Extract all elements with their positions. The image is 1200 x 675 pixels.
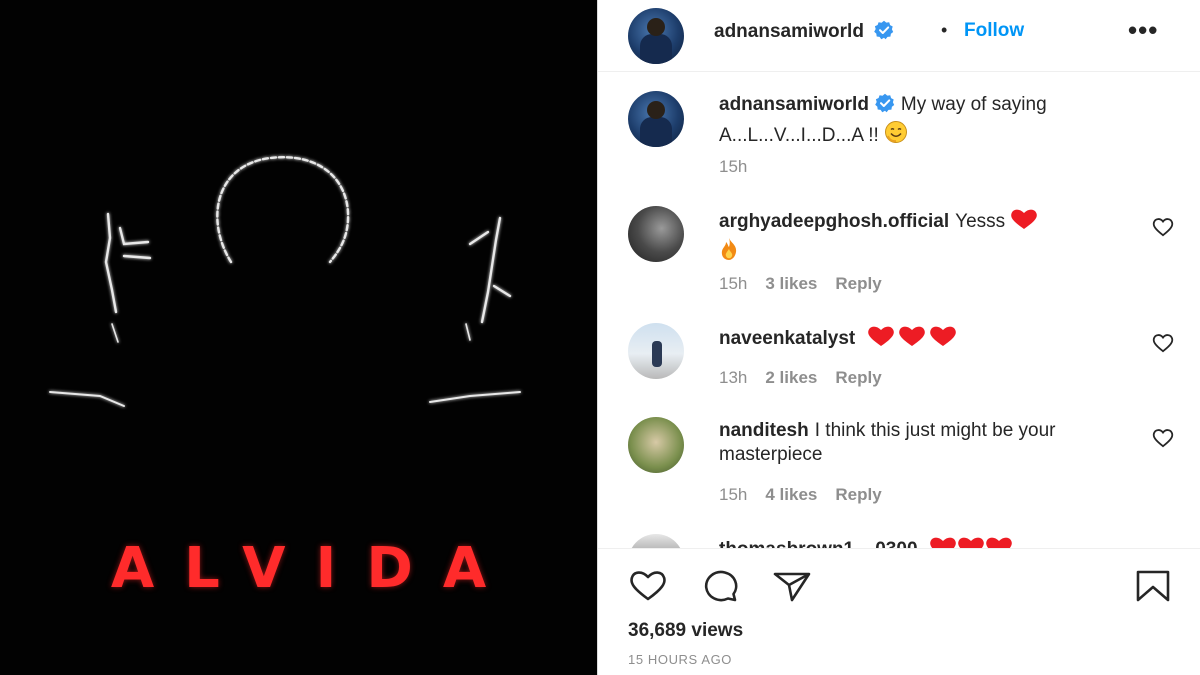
caption-author-avatar[interactable] [628,91,684,147]
comment-likes-count[interactable]: 4 likes [765,485,817,504]
comment-meta: 13h 2 likes Reply [719,368,900,388]
comment-likes-count[interactable]: 3 likes [765,274,817,293]
post-time-ago[interactable]: 15 HOURS AGO [628,652,732,667]
red-heart-emoji-icon [985,536,1013,548]
post-media[interactable]: ALVIDA [0,0,597,675]
comment-time: 15h [719,485,748,504]
fire-emoji-icon [719,237,739,268]
reply-button[interactable]: Reply [835,368,881,387]
comment-meta: 15h 3 likes Reply [719,274,900,294]
share-paper-plane-icon[interactable] [772,569,812,603]
comment-text-block: nanditesh I think this just might be your… [719,419,1144,467]
like-heart-icon[interactable] [628,569,668,603]
commenter-avatar[interactable] [628,534,684,548]
save-bookmark-icon[interactable] [1133,569,1173,603]
author-avatar[interactable] [628,8,684,64]
comment-text-block: arghyadeepghosh.official Yesss [719,208,1144,268]
comment-username[interactable]: nanditesh [719,420,809,441]
follow-button[interactable]: Follow [964,20,1024,42]
comment-bubble-icon[interactable] [700,569,740,603]
more-options-icon[interactable]: ••• [1128,17,1158,43]
author-username[interactable]: adnansamiworld [714,21,864,42]
comment-row: nanditesh I think this just might be your… [598,417,1200,517]
comment-meta: 15h 4 likes Reply [719,485,900,505]
verified-badge-icon [875,93,895,120]
red-heart-emoji-icon [929,325,957,354]
commenter-avatar[interactable] [628,206,684,262]
caption-row: adnansamiworld My way of saying A...L...V… [598,91,1200,191]
comment-text-block: thomasbrown1... 0300 [719,536,1144,548]
comment-row: thomasbrown1... 0300 [598,534,1200,548]
comment-username[interactable]: naveenkatalyst [719,328,855,349]
red-heart-emoji-icon [895,325,929,354]
smiling-face-emoji-icon [884,120,908,151]
red-heart-emoji-icon [1010,208,1038,237]
caption-meta: 15h [719,157,765,177]
like-comment-heart-icon[interactable] [1152,333,1174,353]
comment-likes-count[interactable]: 2 likes [765,368,817,387]
comment-row: arghyadeepghosh.official Yesss 15h 3 likes… [598,206,1200,306]
comment-time: 15h [719,274,748,293]
comment-time: 13h [719,368,748,387]
post-actions-footer: 36,689 views 15 HOURS AGO [598,548,1200,675]
like-comment-heart-icon[interactable] [1152,217,1174,237]
comments-list[interactable]: adnansamiworld My way of saying A...L...V… [598,73,1200,548]
red-heart-emoji-icon [867,325,895,354]
like-comment-heart-icon[interactable] [1152,428,1174,448]
caption-time: 15h [719,157,748,176]
verified-badge-icon [874,20,894,45]
red-heart-emoji-icon [929,536,957,548]
red-heart-emoji-icon [957,536,985,548]
media-title-text: ALVIDA [110,536,517,601]
caption-username[interactable]: adnansamiworld [719,94,869,115]
views-count[interactable]: 36,689 views [628,620,743,642]
header-separator: • [941,20,948,40]
reply-button[interactable]: Reply [835,274,881,293]
post-details-panel: adnansamiworld • Follow ••• adnansamiwor… [597,0,1200,675]
comment-row: naveenkatalyst 13h 2 likes Reply [598,323,1200,413]
caption-text-block: adnansamiworld My way of saying A...L...V… [719,93,1144,151]
commenter-avatar[interactable] [628,323,684,379]
comment-text-block: naveenkatalyst [719,325,1144,354]
post-header: adnansamiworld • Follow ••• [598,0,1200,72]
comment-username[interactable]: thomasbrown1... 0300 [719,539,918,548]
comment-username[interactable]: arghyadeepghosh.official [719,211,949,232]
comment-text: Yesss [955,211,1006,232]
commenter-avatar[interactable] [628,417,684,473]
reply-button[interactable]: Reply [835,485,881,504]
